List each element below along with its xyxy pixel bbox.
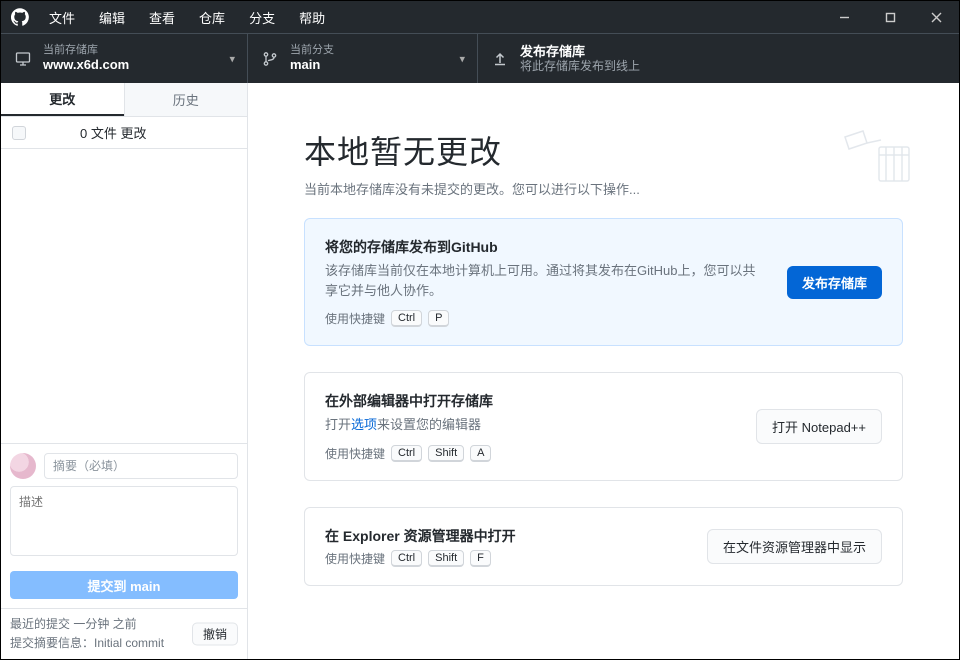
- menu-repository[interactable]: 仓库: [189, 1, 235, 33]
- sidebar-tabs: 更改 历史: [1, 83, 247, 117]
- window-controls: [821, 1, 959, 33]
- current-branch-selector[interactable]: 当前分支 main ▾: [248, 34, 478, 83]
- menu-help[interactable]: 帮助: [289, 1, 335, 33]
- empty-state-illustration-icon: [831, 119, 921, 194]
- main-split: 更改 历史 0 文件 更改 提交到 main 最近的提交 一分钟 之前 提交摘: [1, 83, 959, 659]
- kbd-key: F: [470, 550, 491, 567]
- repo-selector-value: www.x6d.com: [43, 57, 129, 73]
- changes-count-label: 0 文件 更改: [80, 123, 236, 142]
- avatar: [10, 453, 36, 479]
- kbd-key: Ctrl: [391, 445, 422, 462]
- card-explorer-shortcut: 使用快捷键 Ctrl Shift F: [325, 550, 685, 567]
- branch-selector-value: main: [290, 57, 334, 73]
- kbd-key: Ctrl: [391, 550, 422, 567]
- suggestion-cards: 将您的存储库发布到GitHub 该存储库当前仅在本地计算机上可用。通过将其发布在…: [248, 218, 959, 616]
- publish-repo-button[interactable]: 发布存储库: [787, 266, 882, 299]
- commit-form: 提交到 main: [1, 443, 247, 608]
- publish-subtitle: 将此存储库发布到线上: [520, 59, 640, 73]
- changes-header: 0 文件 更改: [1, 117, 247, 149]
- tab-changes[interactable]: 更改: [1, 83, 124, 116]
- kbd-key: P: [428, 310, 449, 327]
- card-publish-shortcut: 使用快捷键 Ctrl P: [325, 310, 765, 327]
- card-explorer-title: 在 Explorer 资源管理器中打开: [325, 526, 685, 546]
- publish-repository-button[interactable]: 发布存储库 将此存储库发布到线上: [478, 34, 959, 83]
- open-editor-button[interactable]: 打开 Notepad++: [756, 409, 882, 444]
- card-publish-title: 将您的存储库发布到GitHub: [325, 237, 765, 257]
- content-area: 本地暂无更改 当前本地存储库没有未提交的更改。您可以进行以下操作... 将您的存…: [248, 83, 959, 659]
- menu-edit[interactable]: 编辑: [89, 1, 135, 33]
- card-editor-shortcut: 使用快捷键 Ctrl Shift A: [325, 445, 734, 462]
- github-logo-icon: [11, 8, 29, 26]
- kbd-key: Shift: [428, 445, 464, 462]
- card-editor-desc: 打开选项来设置您的编辑器: [325, 415, 734, 435]
- sidebar: 更改 历史 0 文件 更改 提交到 main 最近的提交 一分钟 之前 提交摘: [1, 83, 248, 659]
- hero-subtitle: 当前本地存储库没有未提交的更改。您可以进行以下操作...: [304, 179, 903, 198]
- toolbar: 当前存储库 www.x6d.com ▾ 当前分支 main ▾ 发布存储库 将此…: [1, 33, 959, 83]
- select-all-checkbox[interactable]: [12, 126, 26, 140]
- upload-icon: [492, 51, 508, 67]
- last-commit-footer: 最近的提交 一分钟 之前 提交摘要信息：Initial commit 撤销: [1, 608, 247, 659]
- branch-selector-label: 当前分支: [290, 44, 334, 57]
- commit-button[interactable]: 提交到 main: [10, 571, 238, 599]
- open-explorer-button[interactable]: 在文件资源管理器中显示: [707, 529, 882, 564]
- menu-branch[interactable]: 分支: [239, 1, 285, 33]
- card-publish: 将您的存储库发布到GitHub 该存储库当前仅在本地计算机上可用。通过将其发布在…: [304, 218, 903, 346]
- kbd-key: Shift: [428, 550, 464, 567]
- menu-file[interactable]: 文件: [39, 1, 85, 33]
- card-open-editor: 在外部编辑器中打开存储库 打开选项来设置您的编辑器 使用快捷键 Ctrl Shi…: [304, 372, 903, 481]
- window-close-button[interactable]: [913, 1, 959, 33]
- card-open-explorer: 在 Explorer 资源管理器中打开 使用快捷键 Ctrl Shift F 在…: [304, 507, 903, 586]
- title-bar: 文件 编辑 查看 仓库 分支 帮助: [1, 1, 959, 33]
- chevron-down-icon: ▾: [229, 52, 235, 65]
- undo-button[interactable]: 撤销: [192, 623, 238, 646]
- window-maximize-button[interactable]: [867, 1, 913, 33]
- app-window: 文件 编辑 查看 仓库 分支 帮助 当前存储库 www.x6d.com ▾: [0, 0, 960, 660]
- menu-view[interactable]: 查看: [139, 1, 185, 33]
- kbd-key: Ctrl: [391, 310, 422, 327]
- chevron-down-icon: ▾: [459, 52, 465, 65]
- window-minimize-button[interactable]: [821, 1, 867, 33]
- git-branch-icon: [262, 51, 278, 67]
- summary-input[interactable]: [44, 453, 238, 479]
- tab-history[interactable]: 历史: [124, 83, 248, 116]
- repo-selector-label: 当前存储库: [43, 44, 129, 57]
- options-link[interactable]: 选项: [351, 417, 377, 432]
- current-repository-selector[interactable]: 当前存储库 www.x6d.com ▾: [1, 34, 248, 83]
- card-publish-desc: 该存储库当前仅在本地计算机上可用。通过将其发布在GitHub上，您可以共享它并与…: [325, 261, 765, 300]
- publish-title: 发布存储库: [520, 44, 640, 60]
- monitor-icon: [15, 51, 31, 67]
- kbd-key: A: [470, 445, 491, 462]
- description-textarea[interactable]: [10, 486, 238, 556]
- hero-title: 本地暂无更改: [304, 127, 903, 173]
- card-editor-title: 在外部编辑器中打开存储库: [325, 391, 734, 411]
- menu-bar: 文件 编辑 查看 仓库 分支 帮助: [39, 1, 335, 33]
